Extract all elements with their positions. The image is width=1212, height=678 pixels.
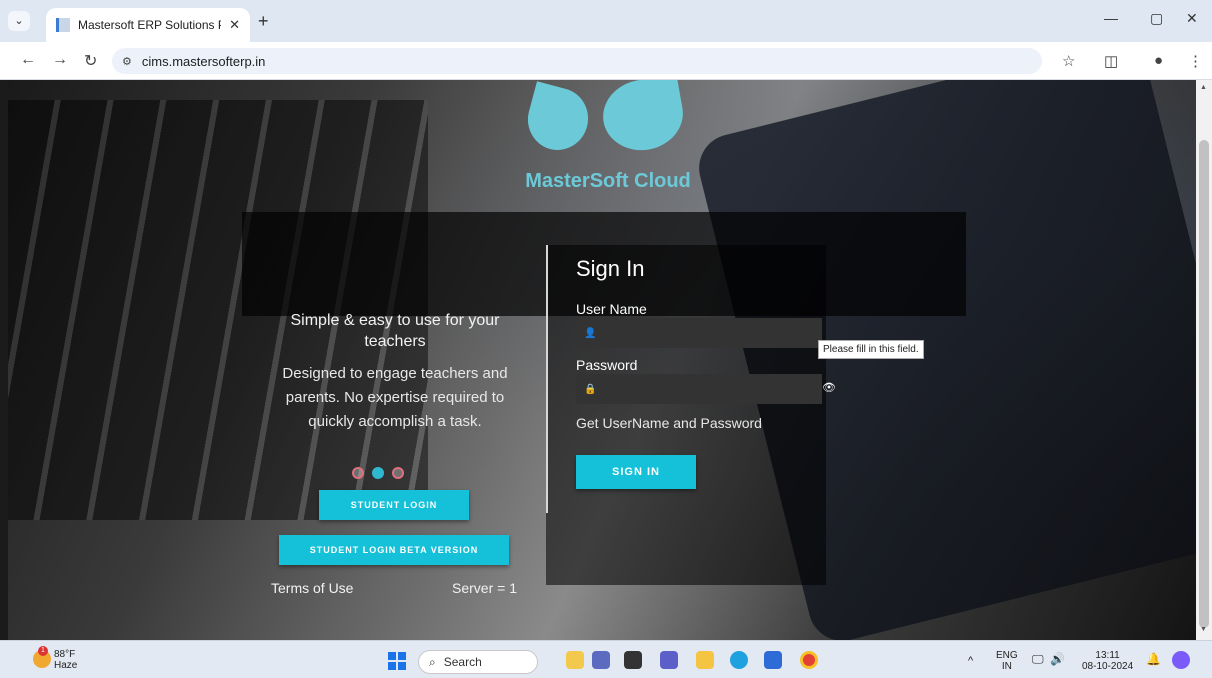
task-view-icon[interactable] — [592, 651, 610, 669]
back-arrow-icon[interactable]: ← — [20, 51, 36, 69]
scroll-up-icon[interactable]: ▲ — [1200, 84, 1207, 91]
page-scrollbar[interactable]: ▲ ▼ — [1196, 80, 1212, 640]
get-credentials-link[interactable]: Get UserName and Password — [576, 415, 762, 431]
teams-icon[interactable] — [660, 651, 678, 669]
user-icon: 👤 — [584, 327, 597, 339]
logo-text: MasterSoft Cloud — [525, 170, 691, 192]
student-login-button[interactable]: STUDENT LOGIN — [319, 490, 469, 520]
show-password-eye-icon[interactable]: 👁 — [822, 381, 836, 394]
notification-bell-icon[interactable]: 🔔 — [1146, 653, 1161, 665]
mastersoft-cloud-logo: MasterSoft Cloud — [518, 80, 698, 200]
weather-condition: Haze — [54, 660, 78, 671]
extensions-icon[interactable]: ◫ — [1104, 52, 1118, 70]
carousel-dot[interactable] — [372, 467, 384, 479]
tab-close-icon[interactable]: ✕ — [229, 17, 240, 33]
weather-badge: 1 — [38, 646, 48, 656]
windows-start-icon[interactable] — [388, 652, 406, 670]
copilot-icon[interactable] — [1172, 651, 1190, 669]
site-info-icon[interactable]: ⚙ — [122, 55, 132, 68]
username-label: User Name — [576, 301, 647, 317]
temperature: 88°F — [54, 649, 76, 660]
username-field[interactable]: 👤 — [576, 318, 822, 348]
language-indicator[interactable]: ENG IN — [996, 650, 1018, 672]
hero-subtext: Designed to engage teachers and parents.… — [282, 365, 508, 430]
hero-headline: Simple & easy to use for your teachers — [290, 312, 500, 350]
widgets-app-icon[interactable] — [566, 651, 584, 669]
password-field[interactable]: 🔒 — [576, 374, 822, 404]
bookmark-star-icon[interactable]: ☆ — [1062, 52, 1075, 70]
chrome-icon[interactable] — [800, 651, 818, 669]
server-label: Server = 1 — [452, 580, 517, 596]
terms-of-use-link[interactable]: Terms of Use — [271, 580, 353, 596]
scrollbar-thumb[interactable] — [1199, 140, 1209, 628]
file-explorer-icon[interactable] — [696, 651, 714, 669]
tray-chevron-up-icon[interactable]: ^ — [968, 656, 973, 667]
browser-tab[interactable]: Mastersoft ERP Solutions Pvt.Lt ✕ — [46, 8, 250, 42]
clock[interactable]: 13:11 08-10-2024 — [1082, 650, 1133, 672]
media-app-icon[interactable] — [624, 651, 642, 669]
carousel-dot[interactable] — [352, 467, 364, 479]
window-close-button[interactable]: ✕ — [1186, 10, 1198, 27]
new-tab-button[interactable]: + — [258, 11, 269, 32]
panel-divider — [546, 245, 548, 513]
address-toolbar: ← → ↻ ⚙ cims.mastersofterp.in ☆ ◫ ● ⋮ — [0, 42, 1212, 80]
site-favicon-icon — [56, 18, 70, 32]
minimize-button[interactable]: — — [1104, 10, 1118, 26]
network-icon[interactable]: 🖵 — [1032, 653, 1044, 665]
tab-title: Mastersoft ERP Solutions Pvt.Lt — [78, 18, 221, 32]
weather-widget[interactable]: 88°F Haze — [54, 649, 77, 671]
language-code: ENG — [996, 650, 1018, 661]
password-label: Password — [576, 357, 638, 373]
clock-date: 08-10-2024 — [1082, 661, 1134, 672]
microsoft-store-icon[interactable] — [764, 651, 782, 669]
logo-cloud-shape — [597, 80, 689, 157]
validation-tooltip: Please fill in this field. — [818, 340, 924, 359]
lock-icon: 🔒 — [584, 383, 597, 395]
signin-title: Sign In — [576, 256, 645, 281]
reload-icon[interactable]: ↻ — [84, 51, 97, 71]
clock-time: 13:11 — [1095, 650, 1120, 661]
edge-browser-icon[interactable] — [730, 651, 748, 669]
page-viewport: MasterSoft Cloud Simple & easy to use fo… — [8, 80, 1196, 640]
restore-button[interactable]: ▢ — [1150, 10, 1163, 27]
carousel-dot[interactable] — [392, 467, 404, 479]
hero-copy: Simple & easy to use for your teachers D… — [266, 310, 524, 434]
region-code: IN — [1001, 661, 1012, 672]
taskbar-search-box[interactable]: ⌕ Search — [418, 650, 538, 674]
profile-avatar-icon[interactable]: ● — [1154, 52, 1163, 69]
browser-tab-strip: ⌄ Mastersoft ERP Solutions Pvt.Lt ✕ + — … — [0, 0, 1212, 42]
address-bar[interactable]: ⚙ cims.mastersofterp.in — [112, 48, 1042, 74]
student-login-beta-button[interactable]: STUDENT LOGIN BETA VERSION — [279, 535, 509, 565]
carousel-dots — [352, 467, 404, 479]
volume-icon[interactable]: 🔊 — [1050, 653, 1065, 665]
url-text: cims.mastersofterp.in — [141, 53, 266, 69]
search-placeholder: Search — [443, 655, 482, 669]
scroll-down-icon[interactable]: ▼ — [1200, 626, 1207, 633]
forward-arrow-icon[interactable]: → — [52, 51, 68, 69]
search-icon: ⌕ — [429, 654, 436, 669]
menu-kebab-icon[interactable]: ⋮ — [1188, 52, 1203, 70]
logo-cloud-shape — [520, 81, 596, 157]
sign-in-button[interactable]: SIGN IN — [576, 455, 696, 489]
tab-search-chevron-down-icon[interactable]: ⌄ — [8, 11, 30, 31]
